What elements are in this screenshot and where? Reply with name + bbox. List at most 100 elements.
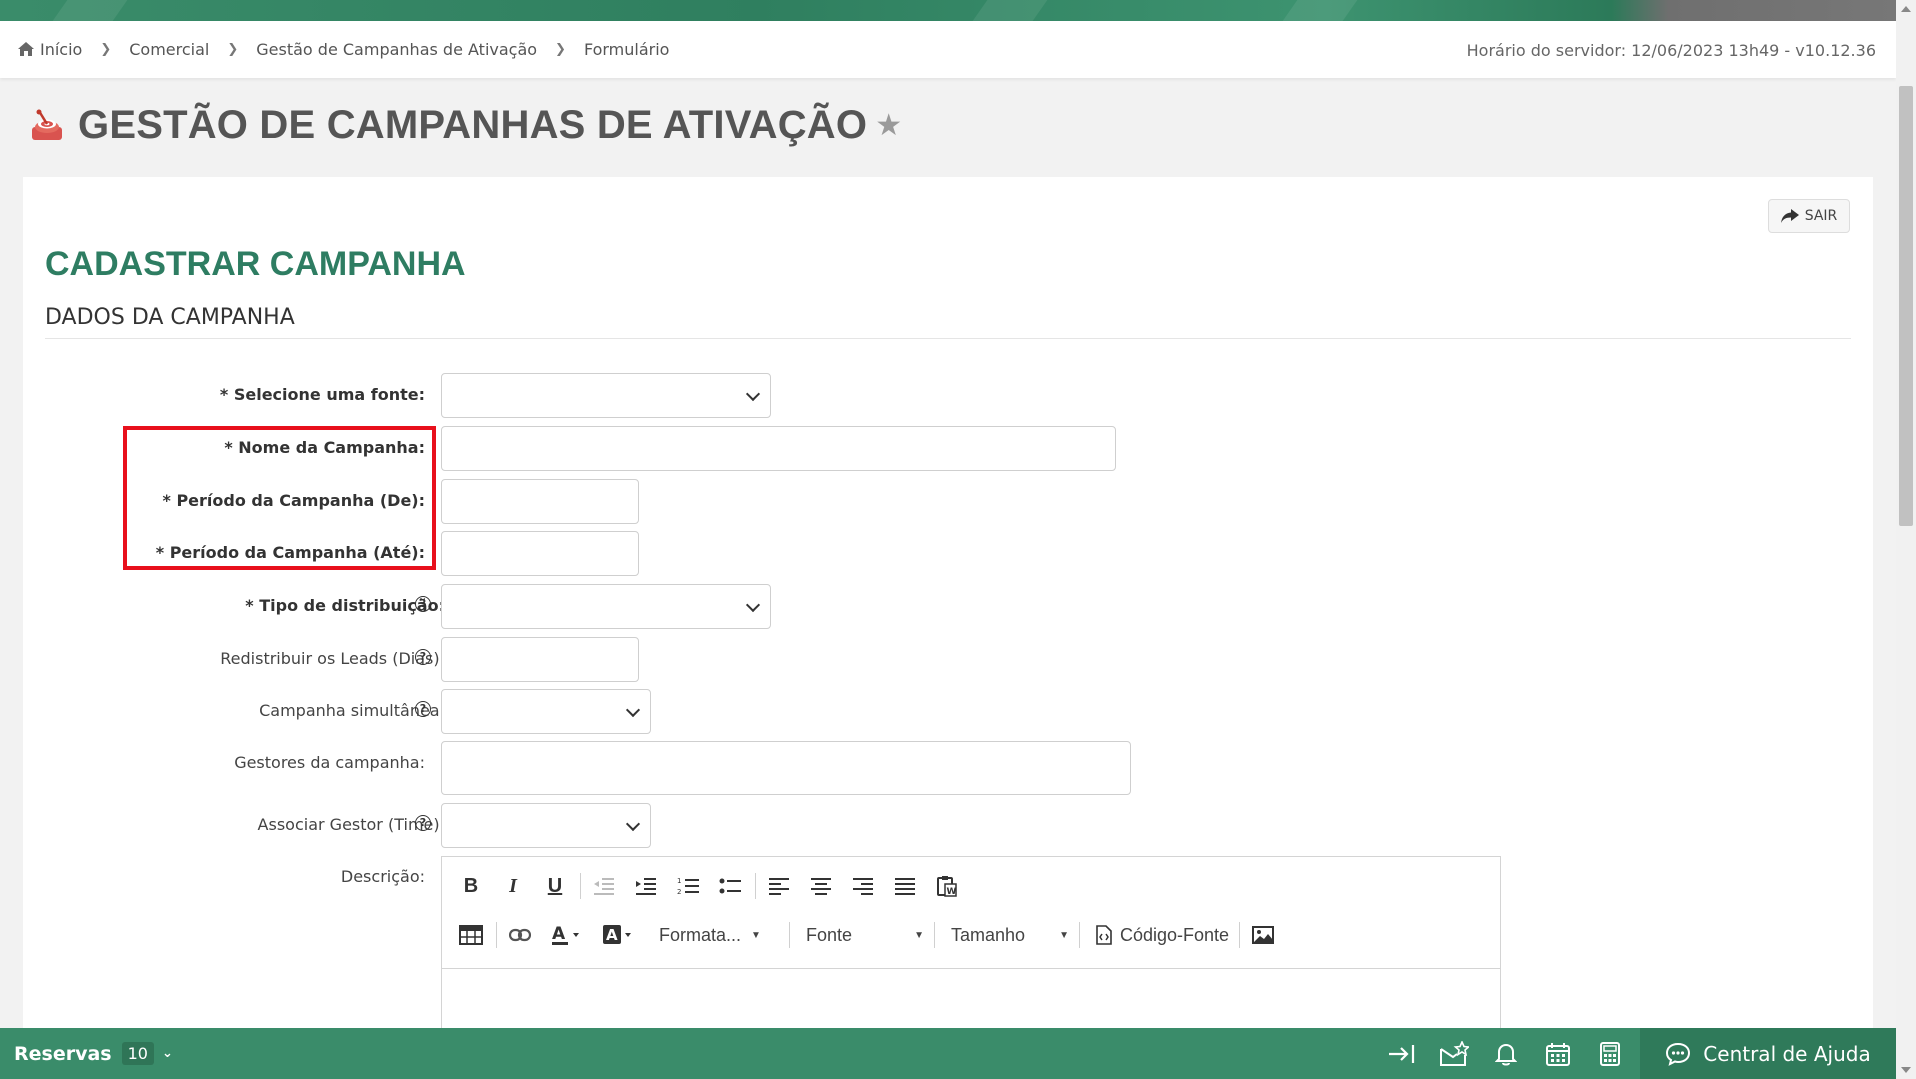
svg-text:A: A: [552, 924, 566, 944]
underline-button[interactable]: U: [538, 871, 572, 901]
toolbar-separator: [755, 873, 756, 899]
italic-button[interactable]: I: [496, 871, 530, 901]
size-dropdown[interactable]: Tamanho ▼: [941, 920, 1079, 950]
format-dropdown[interactable]: Formata... ▼: [649, 920, 789, 950]
bullet-list-icon[interactable]: [713, 871, 747, 901]
outdent-icon[interactable]: [587, 871, 621, 901]
exit-button[interactable]: SAIR: [1768, 199, 1850, 233]
toolbar-separator: [1079, 922, 1080, 948]
gestores-label: Gestores da campanha:: [234, 753, 425, 772]
chevron-down-icon: ⌄: [161, 1046, 173, 1061]
calculator-icon[interactable]: [1584, 1028, 1636, 1079]
table-icon[interactable]: [454, 920, 488, 950]
chevron-right-icon: ❯: [100, 42, 112, 57]
toolbar-separator: [496, 922, 497, 948]
server-time: Horário do servidor: 12/06/2023 13h49 - …: [1466, 41, 1876, 60]
chevron-right-icon: ❯: [555, 42, 566, 57]
period-start-input[interactable]: [441, 479, 639, 524]
svg-text:2: 2: [677, 888, 681, 896]
breadcrumb-comercial[interactable]: Comercial: [129, 40, 209, 59]
chat-bubble-icon: [1666, 1042, 1691, 1066]
bottom-bar: Reservas 10 ⌄ Central de Ajuda: [0, 1028, 1896, 1079]
caret-down-icon: ▼: [1059, 929, 1069, 941]
page-title: GESTÃO DE CAMPANHAS DE ATIVAÇÃO: [78, 103, 868, 147]
size-dropdown-label: Tamanho: [951, 924, 1026, 945]
scroll-thumb[interactable]: [1899, 86, 1913, 526]
caret-down-icon: ▼: [914, 929, 924, 941]
help-center-label: Central de Ajuda: [1703, 1041, 1871, 1066]
campaign-managers-input[interactable]: [441, 741, 1131, 795]
breadcrumb-gestao-campanhas[interactable]: Gestão de Campanhas de Ativação: [256, 40, 537, 59]
redistribuir-label: Redistribuir os Leads (Dias):: [220, 649, 445, 668]
share-arrow-icon: [1780, 209, 1799, 223]
toolbar-separator: [580, 873, 581, 899]
font-dropdown[interactable]: Fonte ▼: [796, 920, 934, 950]
align-left-icon[interactable]: [762, 871, 796, 901]
distribution-type-select[interactable]: [441, 584, 771, 629]
form-title: CADASTRAR CAMPANHA: [45, 245, 466, 283]
simultaneous-campaign-select[interactable]: [441, 689, 651, 734]
toolbar-row-1: B I U 12 W: [454, 868, 972, 904]
associate-manager-select[interactable]: [441, 803, 651, 848]
paste-word-icon[interactable]: W: [930, 871, 964, 901]
breadcrumb-home[interactable]: Início: [18, 40, 82, 59]
svg-text:W: W: [947, 887, 957, 897]
format-dropdown-label: Formata...: [659, 924, 742, 945]
home-icon: [18, 42, 34, 56]
breadcrumb-formulario: Formulário: [583, 40, 670, 59]
bottom-bar-icons: [1376, 1028, 1636, 1079]
reservas-label: Reservas: [14, 1042, 112, 1065]
fonte-select[interactable]: [441, 373, 771, 418]
toolbar-separator: [934, 922, 935, 948]
align-justify-icon[interactable]: [888, 871, 922, 901]
bell-icon[interactable]: [1480, 1028, 1532, 1079]
section-title: DADOS DA CAMPANHA: [45, 305, 295, 330]
breadcrumb-home-label: Início: [40, 40, 83, 59]
text-color-icon[interactable]: A: [545, 920, 589, 950]
source-code-button[interactable]: Código-Fonte: [1086, 920, 1239, 950]
top-banner: [0, 0, 1896, 21]
reservas-button[interactable]: Reservas 10 ⌄: [14, 1042, 173, 1065]
help-icon[interactable]: ?: [415, 596, 431, 612]
breadcrumb: Início ❯ Comercial ❯ Gestão de Campanhas…: [0, 40, 669, 59]
chevron-right-icon: ❯: [227, 42, 239, 57]
favorite-star-icon[interactable]: ★: [875, 108, 902, 143]
link-icon[interactable]: [503, 920, 537, 950]
campaign-target-icon: [32, 109, 62, 140]
fonte-label: * Selecione uma fonte:: [219, 385, 425, 404]
campaign-name-input[interactable]: [441, 426, 1116, 471]
align-center-icon[interactable]: [804, 871, 838, 901]
page-header: GESTÃO DE CAMPANHAS DE ATIVAÇÃO ★: [30, 103, 902, 148]
period-end-input[interactable]: [441, 531, 639, 576]
highlight-box: [123, 426, 436, 570]
numbered-list-icon[interactable]: 12: [671, 871, 705, 901]
align-right-icon[interactable]: [846, 871, 880, 901]
sign-in-icon[interactable]: [1376, 1028, 1428, 1079]
help-icon[interactable]: ?: [415, 649, 431, 665]
form-card: SAIR CADASTRAR CAMPANHA DADOS DA CAMPANH…: [23, 177, 1873, 1079]
editor-toolbar: B I U 12 W A A Formata... ▼ Fonte ▼ Tama…: [442, 857, 1500, 969]
reservas-count-badge: 10: [121, 1042, 154, 1065]
mail-star-icon[interactable]: [1428, 1028, 1480, 1079]
image-icon[interactable]: [1246, 920, 1280, 950]
indent-icon[interactable]: [629, 871, 663, 901]
calendar-icon[interactable]: [1532, 1028, 1584, 1079]
breadcrumb-bar: Início ❯ Comercial ❯ Gestão de Campanhas…: [0, 21, 1896, 78]
source-code-icon: [1096, 925, 1112, 945]
caret-down-icon: ▼: [751, 929, 761, 941]
help-icon[interactable]: ?: [415, 701, 431, 717]
svg-text:1: 1: [677, 877, 681, 885]
vertical-scrollbar[interactable]: [1896, 0, 1916, 1079]
background-color-icon[interactable]: A: [597, 920, 641, 950]
help-center-button[interactable]: Central de Ajuda: [1640, 1028, 1896, 1079]
toolbar-separator: [789, 922, 790, 948]
help-icon[interactable]: ?: [415, 815, 431, 831]
scroll-down-icon[interactable]: [1901, 1067, 1911, 1073]
redistribute-days-input[interactable]: [441, 637, 639, 682]
bold-button[interactable]: B: [454, 871, 488, 901]
svg-text:A: A: [606, 926, 618, 944]
scroll-up-icon[interactable]: [1901, 6, 1911, 12]
toolbar-separator: [1239, 922, 1241, 948]
font-dropdown-label: Fonte: [806, 924, 853, 945]
section-divider: [45, 338, 1851, 339]
